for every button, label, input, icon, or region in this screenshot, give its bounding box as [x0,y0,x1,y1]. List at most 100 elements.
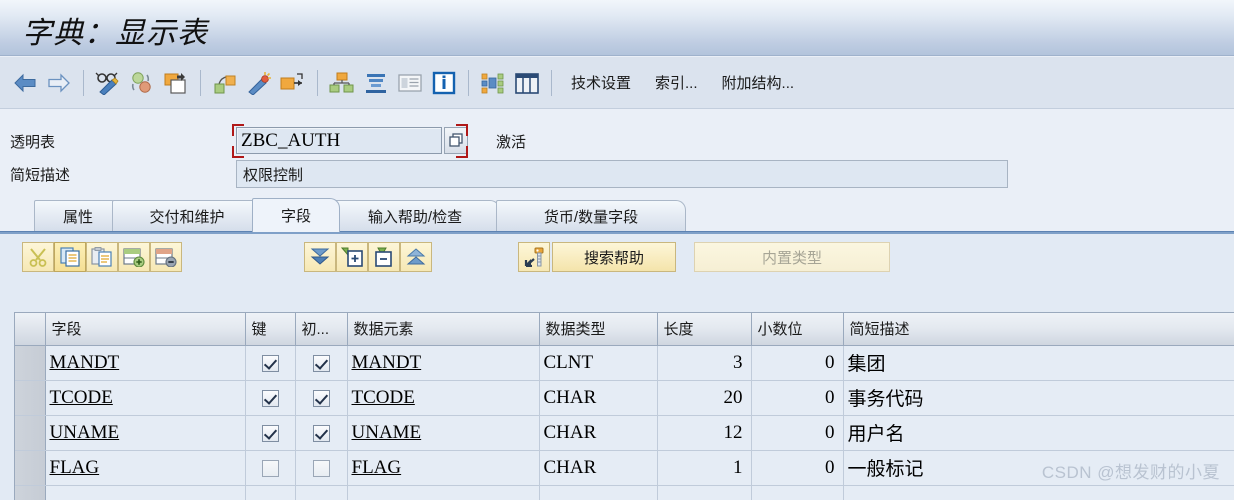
cell-description[interactable]: 事务代码 [843,380,1234,416]
cell-decimals[interactable]: 0 [751,345,844,381]
cell-data-type[interactable] [539,485,658,500]
column-header-field[interactable]: 字段 [45,313,246,346]
key-checkbox[interactable] [261,389,279,407]
where-used-icon[interactable] [209,67,241,99]
row-selector[interactable] [15,450,46,486]
cell-field[interactable]: TCODE [45,380,246,416]
cell-description[interactable] [843,485,1234,500]
row-selector[interactable] [15,380,46,416]
short-description-input[interactable] [236,160,1008,188]
initial-cell[interactable] [295,485,348,500]
key-checkbox[interactable] [261,459,279,477]
append-icon[interactable] [360,67,392,99]
key-cell[interactable] [245,450,296,486]
insert-row-icon[interactable] [118,242,150,272]
cell-data-element[interactable]: UNAME [347,415,540,451]
copy-icon[interactable] [54,242,86,272]
initial-cell[interactable] [295,415,348,451]
cell-field-link[interactable]: MANDT [50,352,120,373]
cell-data-element[interactable]: TCODE [347,380,540,416]
cell-data-type[interactable]: CHAR [539,415,658,451]
copy-object-icon[interactable] [160,67,192,99]
append-structure-button[interactable]: 附加结构... [712,69,805,96]
scroll-down-icon[interactable] [304,242,336,272]
table-row[interactable] [15,485,1234,500]
cell-length[interactable] [657,485,752,500]
cell-data-element[interactable] [347,485,540,500]
table-row[interactable]: MANDT MANDT CLNT 3 0 集团 [15,345,1234,381]
cell-data-type[interactable]: CHAR [539,450,658,486]
key-cell[interactable] [245,345,296,381]
cell-data-type[interactable]: CHAR [539,380,658,416]
cell-decimals[interactable]: 0 [751,380,844,416]
cell-data-element-link[interactable]: UNAME [352,422,422,443]
paste-icon[interactable] [86,242,118,272]
table-row[interactable]: UNAME UNAME CHAR 12 0 用户名 [15,415,1234,451]
cell-decimals[interactable]: 0 [751,450,844,486]
search-help-button[interactable]: 搜索帮助 [552,242,676,272]
cell-description[interactable]: 一般标记 [843,450,1234,486]
indexes-button[interactable]: 索引... [645,69,708,96]
cell-data-type[interactable]: CLNT [539,345,658,381]
cell-data-element[interactable]: MANDT [347,345,540,381]
cell-data-element-link[interactable]: TCODE [352,387,415,408]
technical-settings-button[interactable]: 技术设置 [561,69,641,96]
structure-icon[interactable] [477,67,509,99]
tab-input-help[interactable]: 输入帮助/检查 [330,200,500,232]
column-header-data-element[interactable]: 数据元素 [347,313,540,346]
display-change-icon[interactable] [92,67,124,99]
back-arrow-icon[interactable] [9,67,41,99]
check-wizard-icon[interactable] [243,67,275,99]
table-row[interactable]: FLAG FLAG CHAR 1 0 一般标记 [15,450,1234,486]
initial-cell[interactable] [295,380,348,416]
column-header-selector[interactable] [15,313,46,346]
key-cell[interactable] [245,415,296,451]
key-checkbox[interactable] [261,424,279,442]
tab-delivery[interactable]: 交付和维护 [112,200,262,232]
cell-data-element-link[interactable]: FLAG [352,457,402,478]
row-selector[interactable] [15,345,46,381]
cut-icon[interactable] [22,242,54,272]
cell-field[interactable]: MANDT [45,345,246,381]
predefined-type-icon[interactable] [518,242,550,272]
column-header-key[interactable]: 键 [245,313,296,346]
column-header-length[interactable]: 长度 [657,313,752,346]
cell-length[interactable]: 20 [657,380,752,416]
table-contents-icon[interactable] [511,67,543,99]
activate-icon[interactable] [277,67,309,99]
key-cell[interactable] [245,380,296,416]
table-name-input[interactable] [236,127,442,154]
forward-arrow-icon[interactable] [43,67,75,99]
cell-field-link[interactable]: UNAME [50,422,120,443]
cell-field[interactable]: FLAG [45,450,246,486]
cell-data-element-link[interactable]: MANDT [352,352,422,373]
column-header-decimals[interactable]: 小数位 [751,313,844,346]
documentation-icon[interactable] [394,67,426,99]
cell-field-link[interactable]: TCODE [50,387,113,408]
column-header-description[interactable]: 简短描述 [843,313,1234,346]
initial-checkbox[interactable] [312,459,330,477]
initial-checkbox[interactable] [312,354,330,372]
cell-field[interactable] [45,485,246,500]
scroll-up-icon[interactable] [400,242,432,272]
tab-currency-qty[interactable]: 货币/数量字段 [496,200,686,232]
collapse-icon[interactable] [368,242,400,272]
info-icon[interactable] [428,67,460,99]
tab-attributes[interactable]: 属性 [34,200,122,232]
builtin-type-button[interactable]: 内置类型 [694,242,890,272]
delete-row-icon[interactable] [150,242,182,272]
initial-cell[interactable] [295,345,348,381]
hierarchy-icon[interactable] [326,67,358,99]
cell-length[interactable]: 1 [657,450,752,486]
cell-field[interactable]: UNAME [45,415,246,451]
initial-cell[interactable] [295,450,348,486]
cell-data-element[interactable]: FLAG [347,450,540,486]
key-cell[interactable] [245,485,296,500]
initial-checkbox[interactable] [312,424,330,442]
row-selector[interactable] [15,415,46,451]
fields-grid[interactable]: 字段 键 初... 数据元素 数据类型 长度 小数位 简短描述 MANDT MAN… [14,312,1234,500]
expand-icon[interactable] [336,242,368,272]
cell-description[interactable]: 集团 [843,345,1234,381]
table-row[interactable]: TCODE TCODE CHAR 20 0 事务代码 [15,380,1234,416]
column-header-data-type[interactable]: 数据类型 [539,313,658,346]
